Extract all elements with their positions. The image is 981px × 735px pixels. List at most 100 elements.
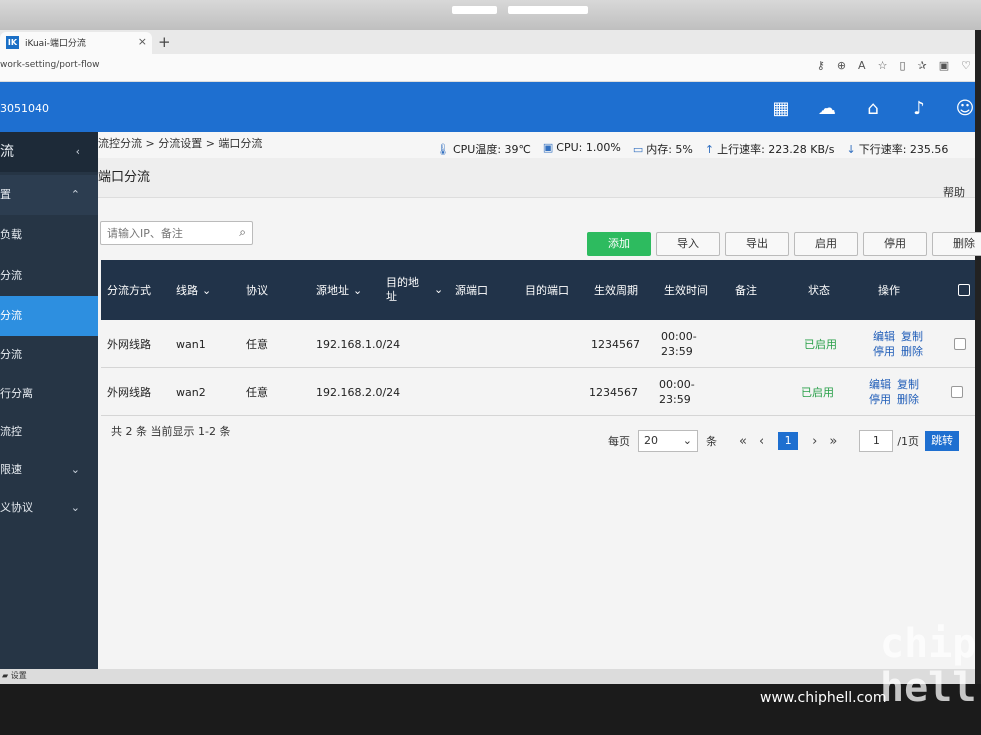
search-box: ⌕	[100, 221, 253, 245]
prev-page-icon[interactable]: ‹	[759, 434, 764, 449]
sidebar-item-updown-separation[interactable]: 行分离	[0, 374, 98, 414]
per-page-label: 每页	[608, 435, 630, 448]
cell-protocol: 任意	[246, 338, 268, 351]
new-tab-button[interactable]: +	[158, 33, 171, 51]
col-dst-label: 目的地址	[386, 276, 434, 304]
export-button[interactable]: 导出	[725, 232, 789, 256]
search-input[interactable]	[101, 222, 221, 244]
stop-link[interactable]: 停用	[869, 393, 891, 406]
disable-button[interactable]: 停用	[863, 232, 927, 256]
pagination: 每页 20 ⌄ 条 « ‹ 1 › » 1 /1页 跳转	[608, 430, 960, 452]
jump-page-input[interactable]: 1	[859, 430, 894, 452]
add-button[interactable]: 添加	[587, 232, 651, 256]
sidebar-item-smart-qos[interactable]: 流控	[0, 412, 98, 452]
sidebar-item-flow-settings[interactable]: 置 ⌃	[0, 175, 98, 215]
select-all-checkbox[interactable]	[958, 260, 970, 320]
ceiling-lamp	[508, 6, 588, 14]
ikuai-favicon-icon: IK	[6, 36, 19, 49]
tab-close-icon[interactable]: ×	[138, 35, 147, 48]
delete-link[interactable]: 删除	[897, 393, 919, 406]
last-page-icon[interactable]: »	[829, 434, 837, 449]
sidebar-item-label: 流控	[0, 425, 22, 438]
sidebar-item-protocol-flow[interactable]: 分流	[0, 256, 98, 296]
col-src[interactable]: 源地址 ⌄	[316, 260, 362, 320]
cpu-temp-stat: 🌡 CPU温度: 39℃	[436, 141, 531, 157]
col-mode: 分流方式	[107, 284, 151, 297]
chiphell-logo: chip hell	[880, 621, 977, 711]
sidebar-item-custom-protocol[interactable]: 义协议 ⌄	[0, 488, 98, 528]
user-icon[interactable]: ☺	[955, 98, 975, 119]
sidebar-item-label: 限速	[0, 463, 22, 476]
read-aloud-icon[interactable]: A	[858, 59, 866, 72]
qrcode-icon[interactable]: ▦	[771, 98, 791, 119]
edit-link[interactable]: 编辑	[869, 378, 891, 391]
sidebar-item-domain-flow[interactable]: 分流	[0, 335, 98, 375]
upload-value: 上行速率: 223.28 KB/s	[717, 143, 835, 156]
taskbar-label: 设置	[10, 671, 27, 680]
watermark-site: www.chiphell.com	[760, 690, 887, 706]
chip-icon: ▣	[542, 141, 554, 154]
key-icon[interactable]: ⚷	[817, 59, 825, 72]
enable-button[interactable]: 启用	[794, 232, 858, 256]
mem-stat: ▭ 内存: 5%	[633, 141, 693, 157]
taskbar-settings[interactable]: ▰ 设置	[2, 670, 27, 681]
page-title: 端口分流	[98, 170, 151, 185]
ceiling-background	[0, 0, 981, 30]
current-page[interactable]: 1	[778, 432, 799, 450]
cell-mode: 外网线路	[107, 338, 151, 351]
port-flow-table: 分流方式 线路 ⌄ 协议 源地址 ⌄ 目的地址 ⌄ 源端口 目的端口 生效周期 生效时…	[101, 260, 975, 416]
favorite-star-icon[interactable]: ☆	[878, 59, 888, 72]
cell-line: wan2	[176, 385, 206, 399]
delete-link[interactable]: 删除	[901, 345, 923, 358]
cell-time-end: 23:59	[661, 345, 693, 358]
bell-icon[interactable]: ♪	[909, 98, 929, 119]
col-line[interactable]: 线路 ⌄	[176, 260, 211, 320]
next-page-icon[interactable]: ›	[812, 434, 817, 449]
row-checkbox[interactable]	[951, 368, 963, 416]
delete-button[interactable]: 删除	[932, 232, 981, 256]
split-screen-icon[interactable]: ▯	[899, 59, 905, 72]
table-header: 分流方式 线路 ⌄ 协议 源地址 ⌄ 目的地址 ⌄ 源端口 目的端口 生效周期 生效时…	[101, 260, 975, 320]
cell-ops: 编辑 复制 停用 删除	[869, 368, 925, 416]
browser-tab-bar: IK iKuai-端口分流 × +	[0, 30, 975, 54]
chevron-down-icon: ⌄	[353, 283, 363, 297]
search-icon[interactable]: ⌕	[239, 225, 246, 240]
import-button[interactable]: 导入	[656, 232, 720, 256]
copy-link[interactable]: 复制	[897, 378, 919, 391]
row-checkbox[interactable]	[954, 320, 966, 368]
cloud-icon[interactable]: ☁	[817, 98, 837, 119]
col-dst[interactable]: 目的地址 ⌄	[386, 260, 443, 320]
zoom-icon[interactable]: ⊕	[837, 59, 846, 72]
cell-time-text: 00:00- 23:59	[659, 377, 695, 407]
arrow-up-icon: ↑	[704, 143, 715, 156]
home-icon[interactable]: ⌂	[863, 98, 883, 119]
jump-button[interactable]: 跳转	[925, 431, 960, 451]
collections-icon[interactable]: ▣	[939, 59, 949, 72]
tab-title: iKuai-端口分流	[25, 39, 86, 49]
page-header: 端口分流 帮助	[98, 158, 975, 200]
sidebar-item-flow-control[interactable]: 流 ‹	[0, 132, 98, 172]
per-page-select[interactable]: 20 ⌄	[638, 430, 698, 452]
help-link[interactable]: 帮助	[943, 184, 965, 200]
thermometer-icon: 🌡	[436, 143, 450, 156]
system-stats: 🌡 CPU温度: 39℃ ▣ CPU: 1.00% ▭ 内存: 5% ↑ 上行速率: 2…	[436, 141, 948, 157]
checkbox-icon	[958, 284, 970, 296]
sidebar-item-load-balance[interactable]: 负载	[0, 215, 98, 255]
browser-tab[interactable]: IK iKuai-端口分流 ×	[0, 32, 152, 54]
sidebar-item-port-flow[interactable]: 分流	[0, 296, 98, 336]
url-text[interactable]: work-setting/port-flow	[0, 60, 100, 70]
first-page-icon[interactable]: «	[739, 434, 747, 449]
sidebar-item-speed-limit[interactable]: 限速 ⌄	[0, 450, 98, 490]
sidebar-item-label: 分流	[0, 309, 22, 322]
edit-link[interactable]: 编辑	[873, 330, 895, 343]
main-content: 流控分流 > 分流设置 > 端口分流 🌡 CPU温度: 39℃ ▣ CPU: 1.0…	[98, 132, 981, 669]
sidebar-item-label: 分流	[0, 269, 22, 282]
chevron-down-icon: ⌄	[202, 283, 212, 297]
cell-time: 00:00- 23:59	[659, 368, 695, 416]
stop-link[interactable]: 停用	[873, 345, 895, 358]
copy-link[interactable]: 复制	[901, 330, 923, 343]
ops-links: 编辑 复制 停用 删除	[869, 377, 925, 407]
extensions-icon[interactable]: ♡	[961, 59, 971, 72]
col-status: 状态	[808, 284, 830, 297]
favorites-icon[interactable]: ✰	[918, 59, 927, 72]
